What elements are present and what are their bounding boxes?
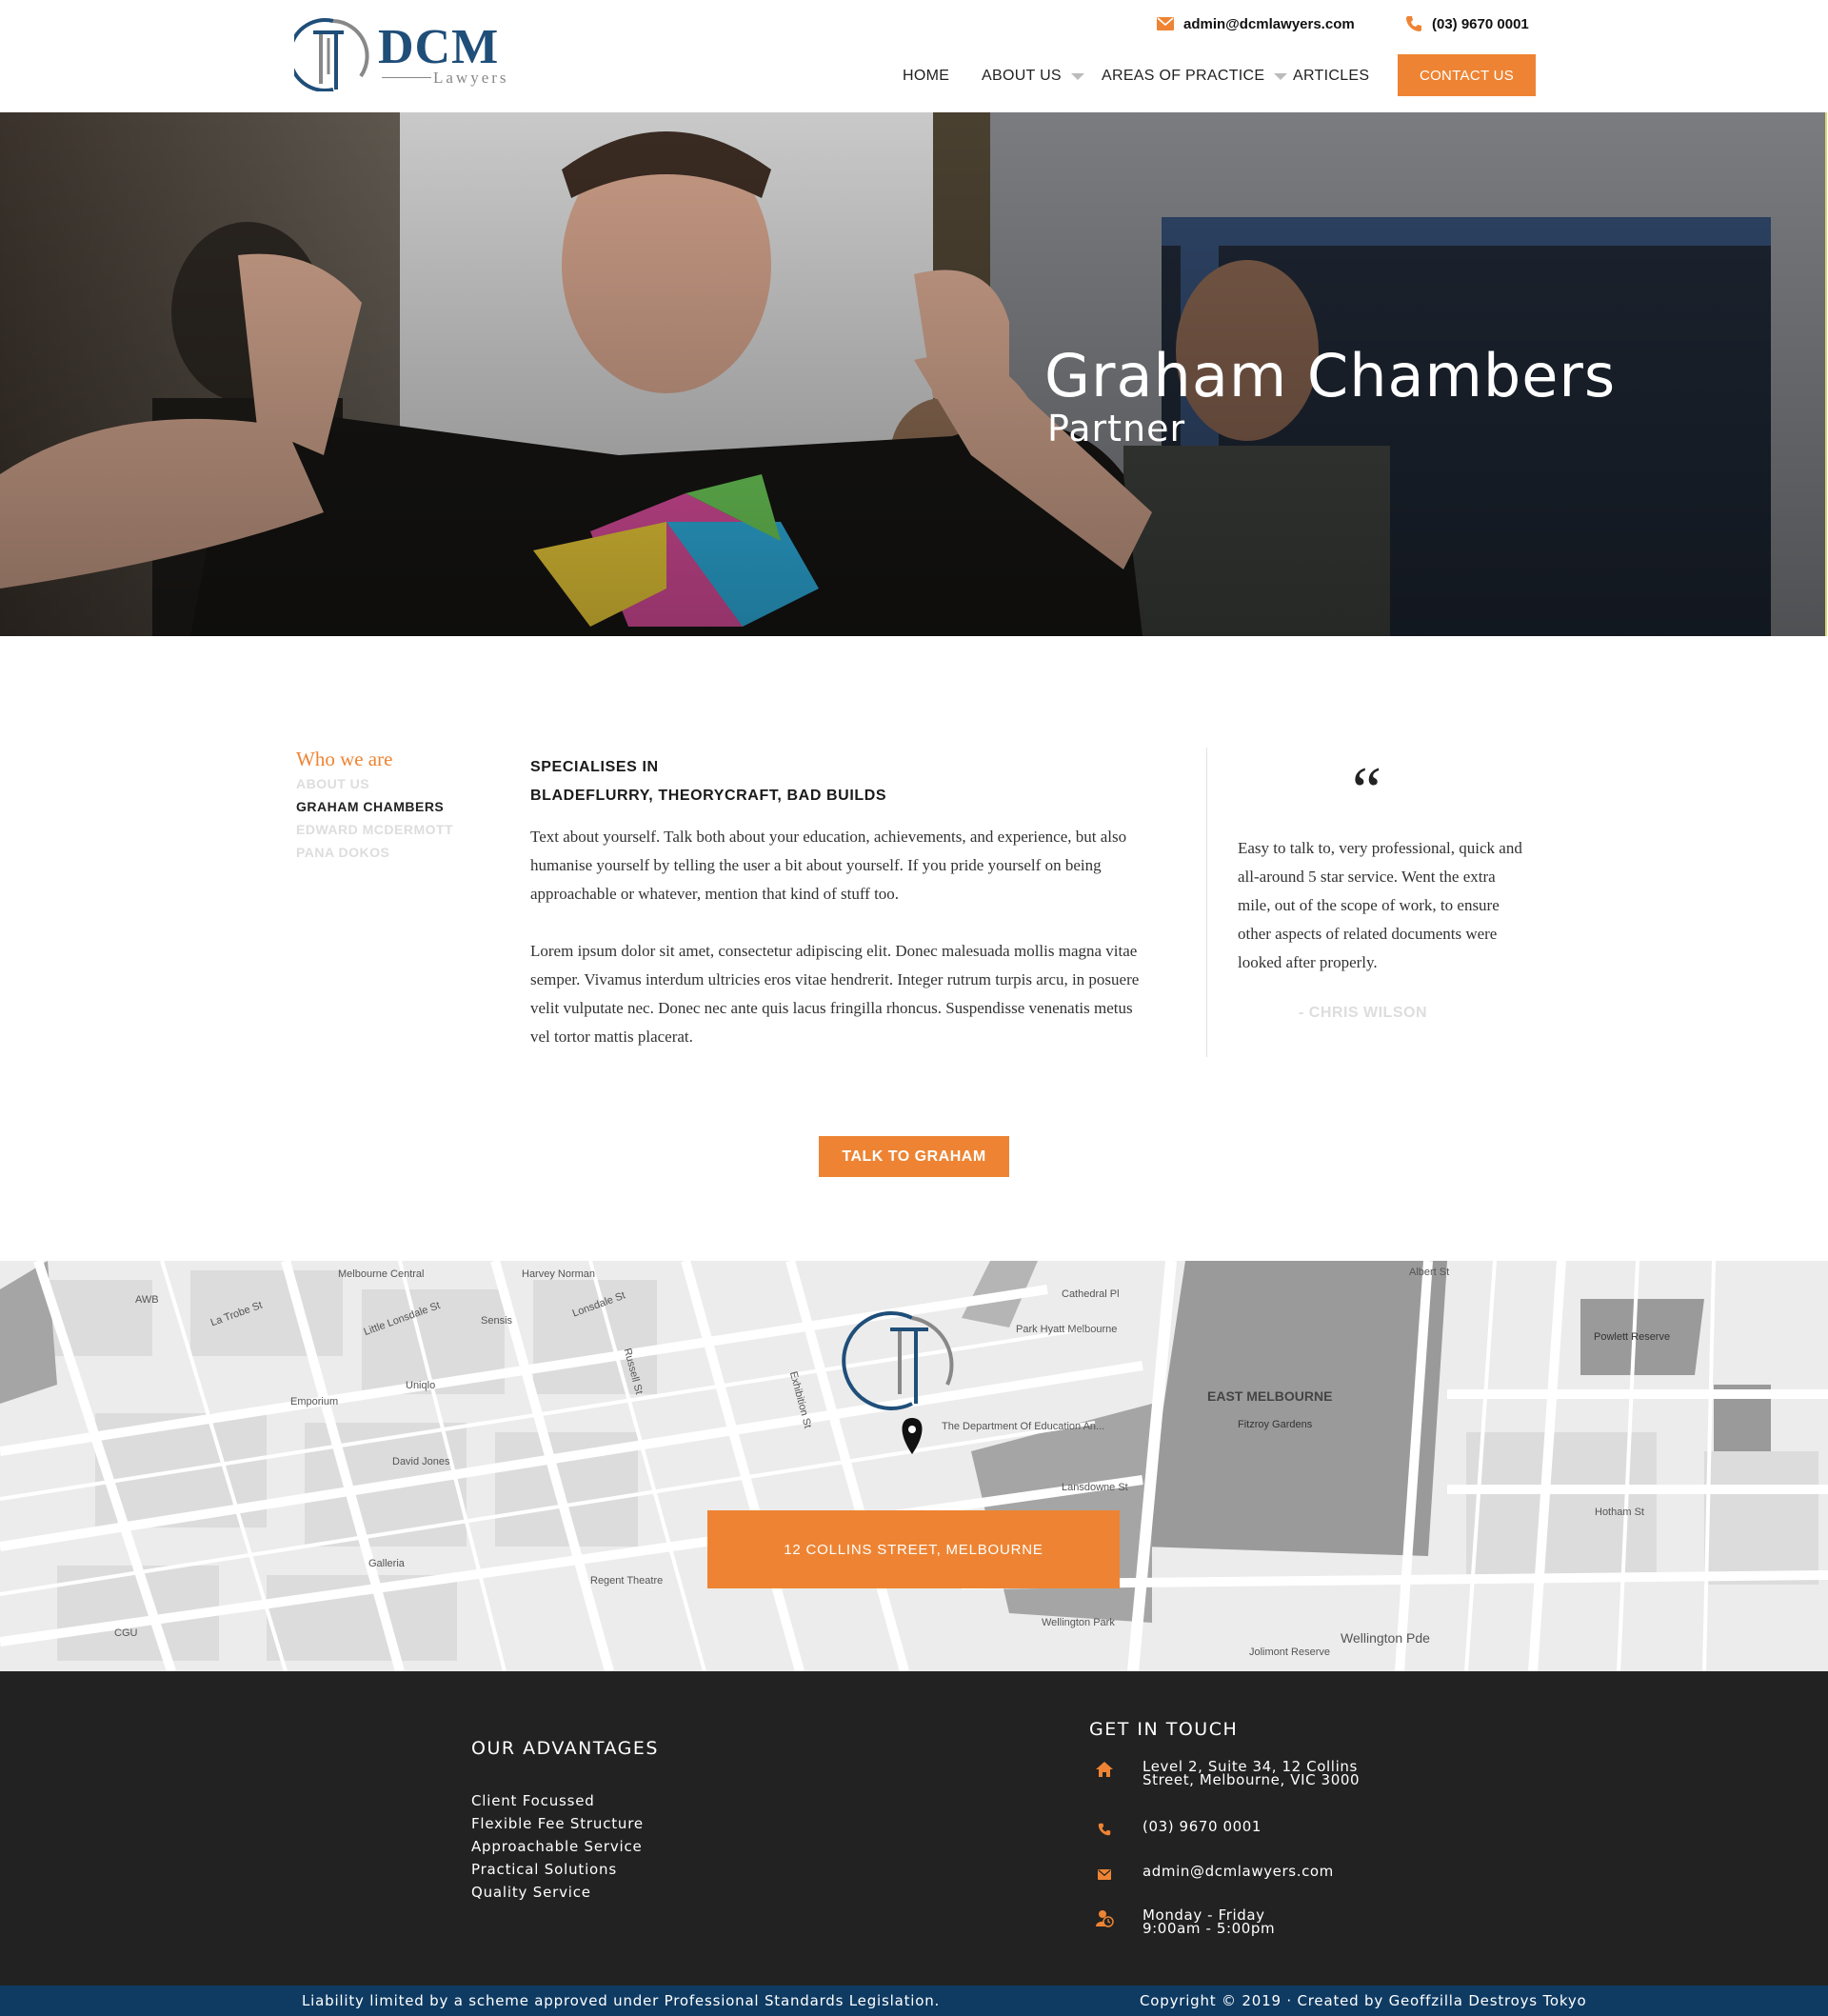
nav-about-us-label: ABOUT US [982, 68, 1062, 84]
sidebar-title: Who we are [296, 748, 393, 770]
map-streets [0, 1261, 1828, 1671]
sidebar-link-about-us[interactable]: ABOUT US [296, 776, 369, 791]
map-label: Galleria [368, 1558, 405, 1569]
advantages-heading: OUR ADVANTAGES [471, 1738, 659, 1759]
map-label: Harvey Norman [522, 1268, 596, 1280]
header-phone[interactable]: (03) 9670 0001 [1405, 13, 1529, 34]
footer-email-text: admin@dcmlawyers.com [1142, 1863, 1334, 1880]
map-label: CGU [114, 1627, 138, 1639]
bio-paragraph-2: Lorem ipsum dolor sit amet, consectetur … [530, 942, 1140, 1046]
phone-icon [1406, 16, 1421, 31]
advantage-item: Flexible Fee Structure [471, 1815, 644, 1832]
footer-email[interactable]: admin@dcmlawyers.com [1095, 1865, 1334, 1884]
footer-phone[interactable]: (03) 9670 0001 [1095, 1820, 1262, 1839]
spec-list: BLADEFLURRY, THEORYCRAFT, BAD BUILDS [530, 788, 887, 804]
header-email[interactable]: admin@dcmlawyers.com [1157, 13, 1355, 34]
map-label: Jolimont Reserve [1249, 1647, 1330, 1658]
map-label: David Jones [392, 1456, 450, 1467]
nav-articles[interactable]: ARTICLES [1293, 68, 1369, 85]
hero-edge [1825, 112, 1827, 636]
copyright: Copyright © 2019 · Created by Geoffzilla… [1140, 1992, 1587, 2009]
header-phone-text: (03) 9670 0001 [1432, 15, 1529, 32]
chevron-down-icon [1070, 72, 1084, 80]
testimonial-text: Easy to talk to, very professional, quic… [1238, 839, 1522, 971]
nav-about-us[interactable]: ABOUT US [982, 68, 1084, 85]
spec-heading: SPECIALISES IN [530, 759, 659, 775]
nav-home-label: HOME [903, 68, 950, 84]
map-label: Wellington Pde [1341, 1630, 1430, 1646]
sidebar-link-pana-dokos[interactable]: PANA DOKOS [296, 845, 389, 860]
map-label: Fitzroy Gardens [1238, 1419, 1313, 1430]
nav-articles-label: ARTICLES [1293, 68, 1370, 84]
site-footer: OUR ADVANTAGES Client Focussed Flexible … [0, 1671, 1828, 1986]
specialisation: SPECIALISES IN BLADEFLURRY, THEORYCRAFT,… [530, 753, 886, 810]
map-label: Regent Theatre [590, 1575, 664, 1587]
contact-heading: GET IN TOUCH [1089, 1719, 1239, 1740]
map-label: Sensis [481, 1315, 513, 1327]
map-label: Powlett Reserve [1594, 1331, 1671, 1343]
sidebar-link-graham-chambers[interactable]: GRAHAM CHAMBERS [296, 799, 444, 814]
envelope-icon [1095, 1865, 1114, 1884]
chevron-down-icon [1274, 72, 1288, 80]
map-label: Albert St [1409, 1267, 1450, 1278]
hero-banner: Graham Chambers Partner [0, 112, 1826, 636]
nav-home[interactable]: HOME [903, 68, 949, 85]
map-label: Cathedral Pl [1062, 1288, 1120, 1300]
contact-us-button[interactable]: CONTACT US [1398, 54, 1536, 96]
hours-line-2: 9:00am - 5:00pm [1142, 1920, 1276, 1937]
advantage-item: Approachable Service [471, 1838, 643, 1855]
bottom-bar: Liability limited by a scheme approved u… [0, 1986, 1828, 2016]
advantage-item: Practical Solutions [471, 1861, 617, 1878]
map-label: Hotham St [1595, 1507, 1644, 1518]
envelope-icon [1157, 17, 1174, 30]
map-label: Emporium [290, 1396, 339, 1407]
header-email-text: admin@dcmlawyers.com [1183, 15, 1355, 32]
hero-role: Partner [1047, 408, 1186, 449]
talk-to-graham-button[interactable]: TALK TO GRAHAM [819, 1136, 1009, 1177]
sidebar-link-edward-mcdermott[interactable]: EDWARD MCDERMOTT [296, 822, 453, 837]
hero-name: Graham Chambers [1044, 341, 1617, 410]
clock-person-icon [1095, 1908, 1114, 1927]
column-divider [1206, 748, 1207, 1057]
phone-icon [1095, 1820, 1114, 1839]
map-label: Lansdowne St [1062, 1482, 1128, 1493]
map-label: Park Hyatt Melbourne [1016, 1324, 1118, 1335]
home-icon [1095, 1760, 1114, 1779]
map-label: Wellington Park [1042, 1617, 1115, 1628]
nav-areas-label: AREAS OF PRACTICE [1102, 68, 1265, 84]
site-header: DCM Lawyers admin@dcmlawyers.com (03) 96… [0, 0, 1828, 112]
address-line-2: Street, Melbourne, VIC 3000 [1142, 1771, 1361, 1788]
main-nav: HOME ABOUT US AREAS OF PRACTICE ARTICLES… [0, 54, 1828, 97]
map-label: Melbourne Central [338, 1268, 425, 1280]
nav-areas-of-practice[interactable]: AREAS OF PRACTICE [1102, 68, 1288, 85]
footer-hours: Monday - Friday 9:00am - 5:00pm [1095, 1908, 1276, 1937]
map-label: AWB [135, 1294, 159, 1306]
footer-phone-text: (03) 9670 0001 [1142, 1818, 1262, 1835]
map-label: Uniqlo [406, 1380, 436, 1391]
location-map[interactable]: Melbourne Central AWB La Trobe St Lonsda… [0, 1261, 1828, 1671]
bio-paragraph-1: Text about yourself. Talk both about you… [530, 828, 1127, 903]
advantage-item: Client Focussed [471, 1792, 595, 1809]
testimonial-author: - CHRIS WILSON [1299, 1005, 1427, 1021]
footer-address: Level 2, Suite 34, 12 Collins Street, Mel… [1095, 1760, 1361, 1788]
liability-notice: Liability limited by a scheme approved u… [302, 1992, 941, 2009]
map-address-button[interactable]: 12 COLLINS STREET, MELBOURNE [707, 1510, 1120, 1588]
map-label: The Department Of Education An... [942, 1421, 1105, 1432]
quote-icon: “ [1352, 754, 1382, 828]
advantage-item: Quality Service [471, 1884, 591, 1901]
map-label: EAST MELBOURNE [1207, 1388, 1333, 1404]
